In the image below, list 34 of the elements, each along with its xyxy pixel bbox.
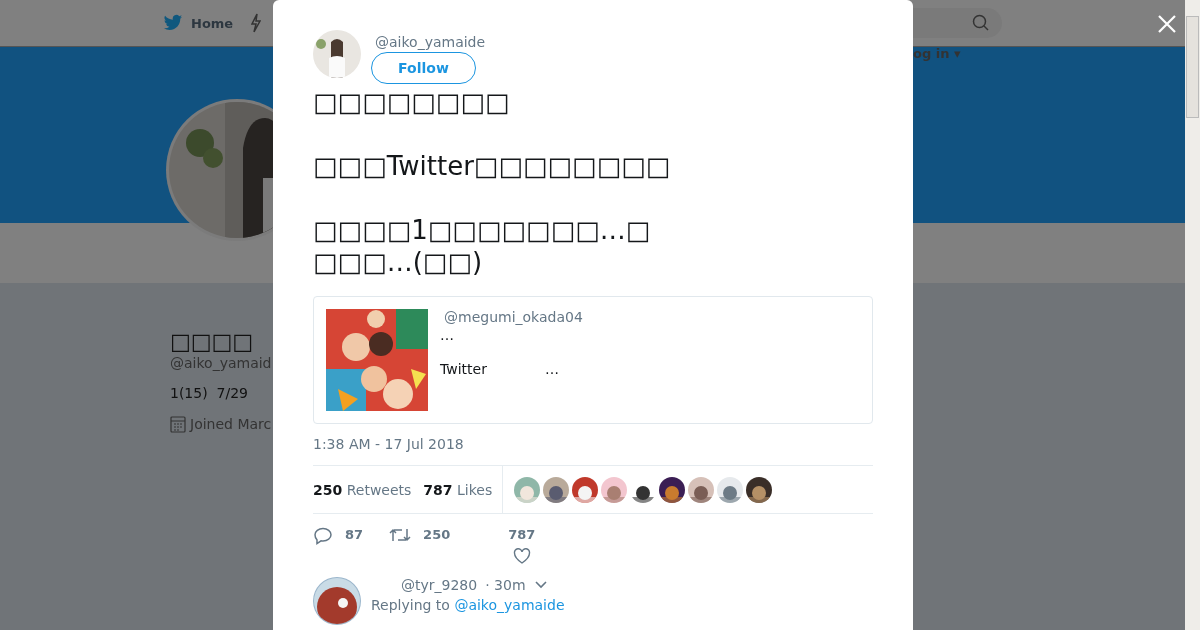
profile-bio: 1(15) 7/29: [170, 385, 248, 401]
retweet-count[interactable]: 250 Retweets: [313, 481, 412, 498]
profile-name: □□□□: [170, 329, 254, 355]
reply-icon: [313, 527, 333, 545]
quoted-text: …: [440, 327, 455, 343]
bird-icon: [163, 14, 183, 32]
scrollbar-thumb[interactable]: [1186, 16, 1199, 118]
like-count[interactable]: 787 Likes: [423, 481, 493, 498]
quoted-handle: @megumi_okada04: [444, 309, 583, 325]
replying-label: Replying to: [371, 597, 450, 613]
chevron-down-icon[interactable]: [533, 580, 548, 590]
quoted-text: Twitter: [440, 361, 487, 377]
retweet-button[interactable]: 250: [389, 527, 451, 577]
retweet-icon: [389, 527, 412, 543]
quoted-text: …: [544, 361, 559, 377]
mention-link[interactable]: @aiko_yamaide: [454, 597, 565, 613]
follow-button[interactable]: Follow: [371, 52, 476, 84]
search-icon: [972, 14, 990, 32]
quoted-tweet[interactable]: @megumi_okada04 … Twitter …: [313, 296, 873, 424]
scrollbar[interactable]: [1185, 0, 1200, 630]
home-link[interactable]: Home: [163, 14, 234, 32]
close-icon[interactable]: [1157, 14, 1177, 34]
bolt-icon[interactable]: [251, 13, 262, 33]
reply-button[interactable]: 87: [313, 527, 364, 577]
like-button[interactable]: 787: [508, 527, 536, 577]
heart-icon: [512, 548, 531, 564]
tweet-text: □□□□□□□□ □□□Twitter□□□□□□□□ □□□□1□□□□□□□…□ □□□…(□□): [313, 86, 672, 278]
tweet-timestamp: 1:38 AM - 17 Jul 2018: [313, 436, 465, 452]
user-handle[interactable]: @aiko_yamaide: [375, 34, 486, 50]
reply-handle[interactable]: @tyr_9280: [401, 577, 478, 593]
calendar-icon: [170, 415, 186, 433]
reply-time: · 30m: [485, 577, 526, 593]
joined-date: Joined Marc: [190, 416, 272, 432]
profile-handle: @aiko_yamaid: [170, 355, 272, 371]
